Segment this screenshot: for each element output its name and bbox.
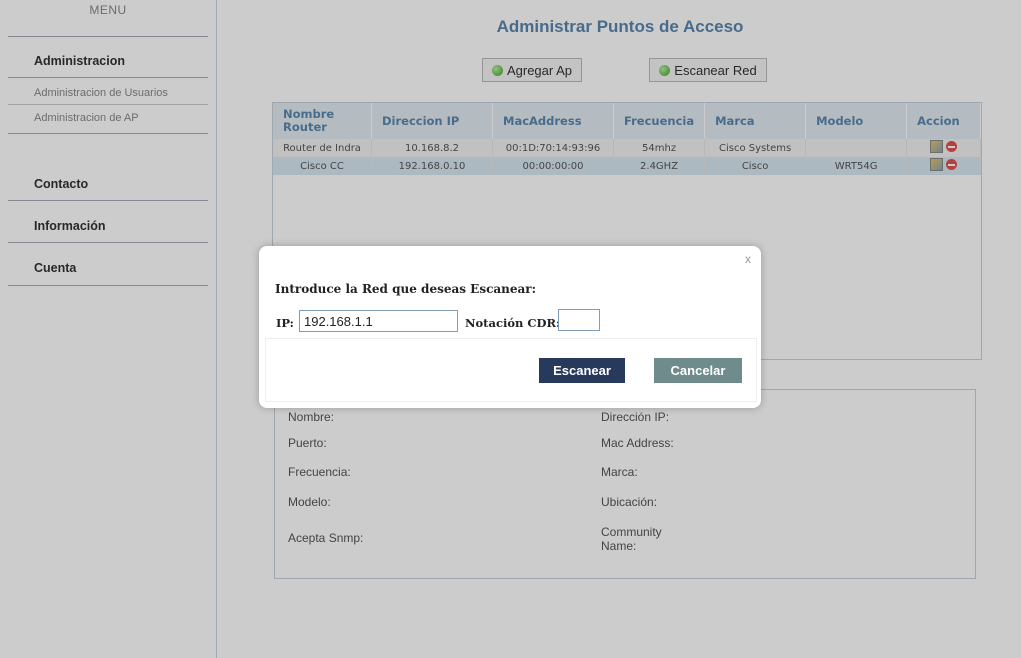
close-icon[interactable]: x xyxy=(745,252,751,266)
cdr-input[interactable] xyxy=(558,309,600,331)
cdr-label: Notación CDR: xyxy=(465,316,561,330)
cancel-button[interactable]: Cancelar xyxy=(654,358,742,383)
ip-label: IP: xyxy=(276,316,294,330)
ip-input[interactable] xyxy=(299,310,458,332)
scan-network-dialog: x Introduce la Red que deseas Escanear: … xyxy=(259,246,761,408)
dialog-heading: Introduce la Red que deseas Escanear: xyxy=(275,282,537,296)
scan-button[interactable]: Escanear xyxy=(539,358,625,383)
